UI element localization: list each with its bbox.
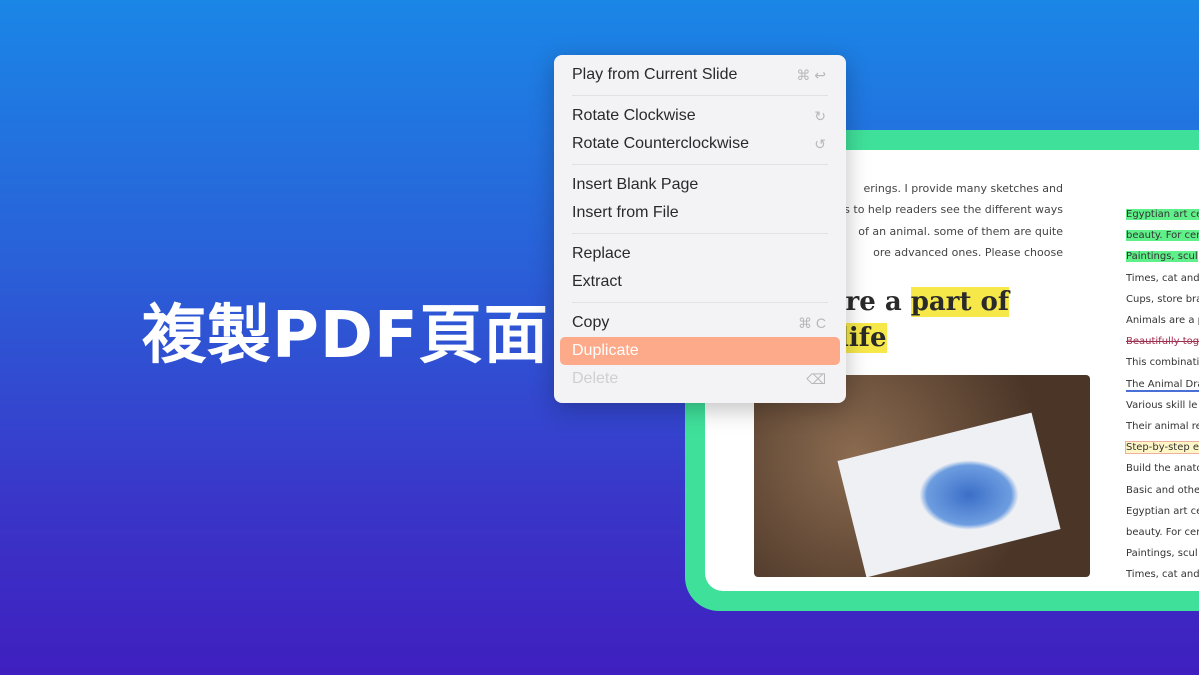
side-line: The Animal Dra bbox=[1126, 378, 1199, 392]
rotate-clockwise-icon: ↻ bbox=[814, 108, 826, 124]
menu-separator bbox=[572, 302, 828, 303]
headline: 複製PDF頁面 bbox=[142, 299, 549, 373]
menu-item-delete[interactable]: Delete ⌫ bbox=[560, 365, 840, 393]
menu-label: Duplicate bbox=[572, 342, 639, 359]
menu-label: Rotate Clockwise bbox=[572, 107, 696, 124]
menu-label: Rotate Counterclockwise bbox=[572, 135, 749, 152]
rotate-counterclockwise-icon: ↺ bbox=[814, 136, 826, 152]
side-line: Step-by-step ex bbox=[1125, 441, 1199, 455]
menu-item-insert-from-file[interactable]: Insert from File bbox=[560, 199, 840, 227]
menu-label: Insert Blank Page bbox=[572, 176, 699, 193]
delete-backspace-icon: ⌫ bbox=[806, 371, 826, 387]
menu-label: Delete bbox=[572, 370, 619, 387]
menu-item-replace[interactable]: Replace bbox=[560, 240, 840, 268]
menu-label: Extract bbox=[572, 273, 622, 290]
side-line: beauty. For cer bbox=[1126, 527, 1199, 539]
side-line: Egyptian art ce bbox=[1126, 209, 1199, 220]
side-line: This combinati bbox=[1126, 357, 1199, 369]
side-line: Their animal re bbox=[1126, 421, 1199, 433]
context-menu: Play from Current Slide ⌘ ↩ Rotate Clockw… bbox=[554, 55, 846, 403]
side-line: Times, cat and bbox=[1126, 272, 1199, 284]
menu-item-rotate-counterclockwise[interactable]: Rotate Counterclockwise ↺ bbox=[560, 130, 840, 158]
menu-item-rotate-clockwise[interactable]: Rotate Clockwise ↻ bbox=[560, 102, 840, 130]
heading-highlight: part of bbox=[910, 287, 1010, 317]
menu-label: Copy bbox=[572, 314, 610, 331]
butterfly bbox=[919, 460, 1019, 530]
menu-separator bbox=[572, 233, 828, 234]
side-line: Animals are a p bbox=[1126, 315, 1199, 327]
butterfly-painting-image bbox=[754, 375, 1090, 577]
menu-label: Insert from File bbox=[572, 204, 679, 221]
menu-item-copy[interactable]: Copy ⌘ C bbox=[560, 309, 840, 337]
side-line: beauty. For cer bbox=[1126, 230, 1199, 242]
side-line: Paintings, scul bbox=[1126, 548, 1198, 560]
menu-item-insert-blank-page[interactable]: Insert Blank Page bbox=[560, 171, 840, 199]
side-line: Times, cat and bbox=[1126, 569, 1199, 581]
menu-label: Play from Current Slide bbox=[572, 66, 738, 83]
side-line: Egyptian art ce bbox=[1126, 505, 1199, 517]
side-column: Egyptian art ce beauty. For cer Painting… bbox=[1125, 204, 1199, 586]
side-line: Build the anato bbox=[1126, 463, 1199, 475]
return-shortcut-icon: ⌘ ↩ bbox=[796, 67, 826, 83]
command-c-shortcut: ⌘ C bbox=[798, 315, 826, 331]
side-line: Cups, store bra bbox=[1126, 293, 1199, 305]
side-line: Beautifully tog bbox=[1126, 336, 1199, 348]
menu-label: Replace bbox=[572, 245, 631, 262]
side-line: Paintings, scul bbox=[1126, 251, 1198, 263]
side-line: Various skill le bbox=[1126, 399, 1198, 411]
menu-separator bbox=[572, 164, 828, 165]
side-line: Basic and othe bbox=[1126, 484, 1199, 496]
menu-separator bbox=[572, 95, 828, 96]
menu-item-duplicate[interactable]: Duplicate bbox=[560, 337, 840, 365]
menu-item-play-from-current-slide[interactable]: Play from Current Slide ⌘ ↩ bbox=[560, 61, 840, 89]
menu-item-extract[interactable]: Extract bbox=[560, 268, 840, 296]
